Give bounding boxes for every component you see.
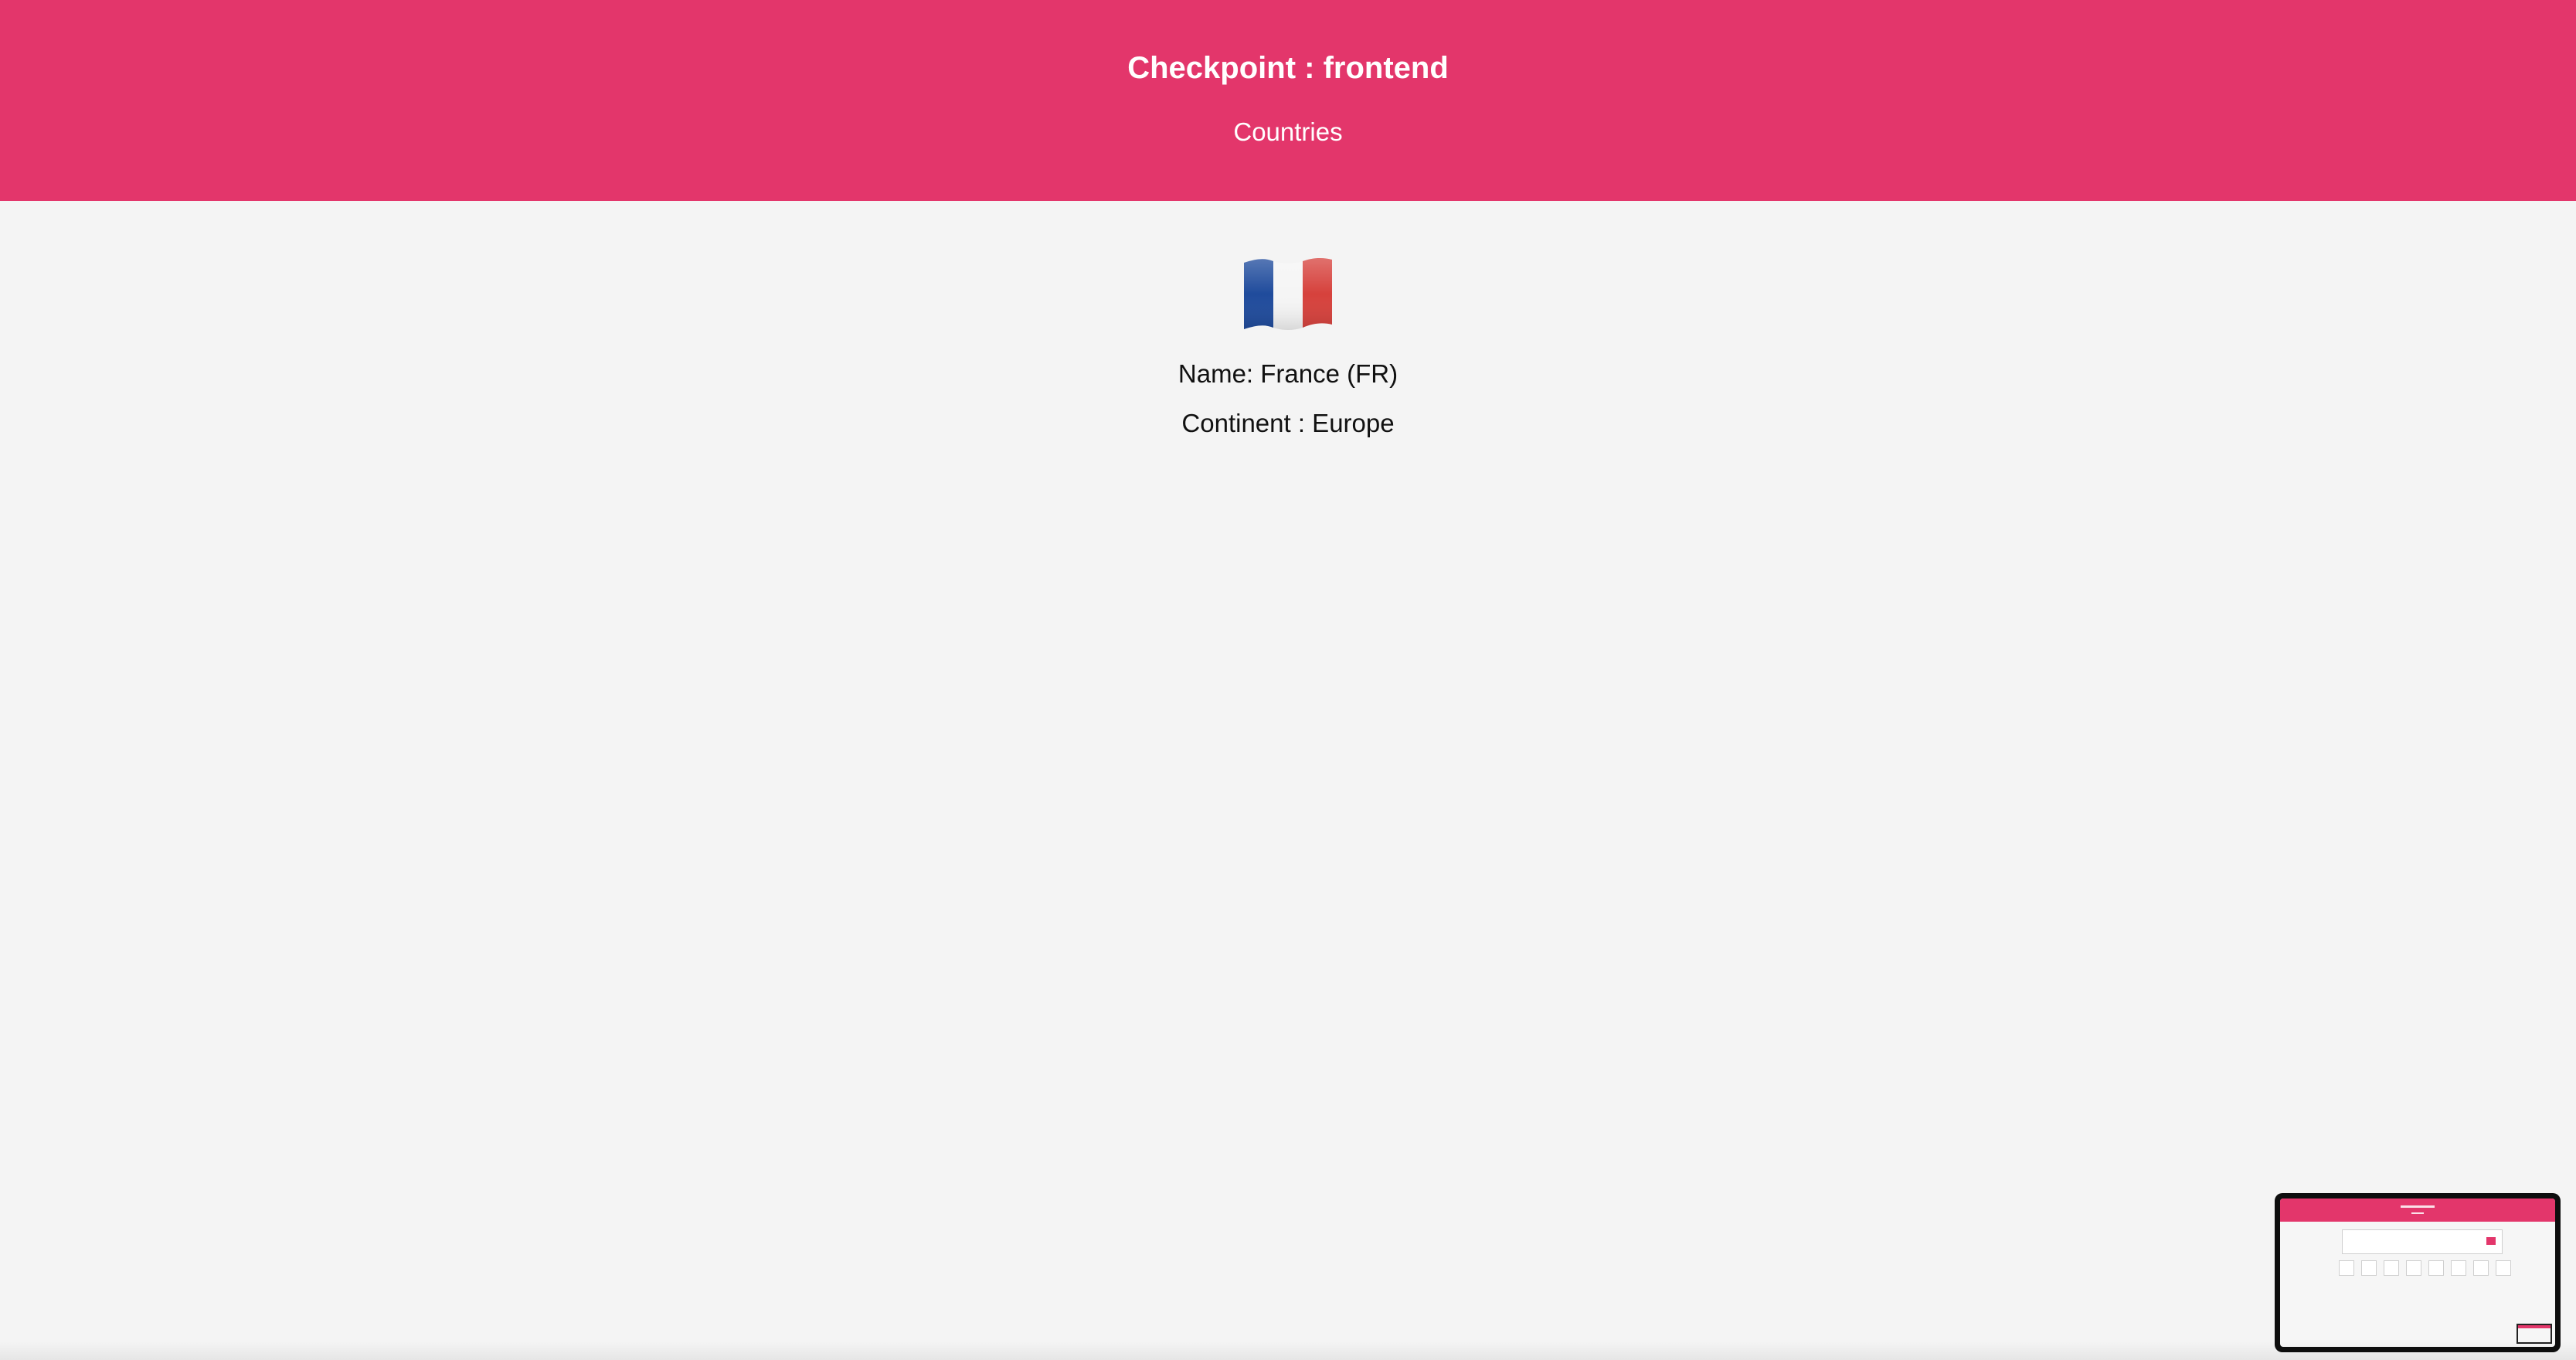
thumbnail-card (2406, 1260, 2421, 1276)
thumbnail-card (2384, 1260, 2399, 1276)
thumbnail-add-button (2486, 1237, 2496, 1245)
app-title: Checkpoint : frontend (1127, 51, 1449, 85)
thumbnail-card-row (2339, 1260, 2518, 1276)
country-name: Name: France (FR) (1178, 359, 1398, 388)
thumbnail-card (2473, 1260, 2489, 1276)
thumbnail-screen (2280, 1198, 2555, 1347)
country-details: Name: France (FR) Continent : Europe (0, 255, 2576, 440)
thumbnail-header (2280, 1198, 2555, 1222)
country-continent: Continent : Europe (1181, 409, 1395, 437)
countries-link[interactable]: Countries (0, 114, 2576, 150)
app-preview-thumbnail[interactable] (2275, 1193, 2561, 1352)
app-header: Checkpoint : frontend Countries (0, 0, 2576, 201)
bottom-shadow (0, 1341, 2576, 1360)
thumbnail-card (2451, 1260, 2466, 1276)
thumbnail-card (2339, 1260, 2354, 1276)
thumbnail-card (2496, 1260, 2511, 1276)
page: Checkpoint : frontend Countries Name: Fr… (0, 0, 2576, 1360)
thumbnail-card (2428, 1260, 2444, 1276)
thumbnail-form (2342, 1229, 2503, 1254)
france-flag-icon (1244, 257, 1332, 330)
thumbnail-card (2361, 1260, 2377, 1276)
